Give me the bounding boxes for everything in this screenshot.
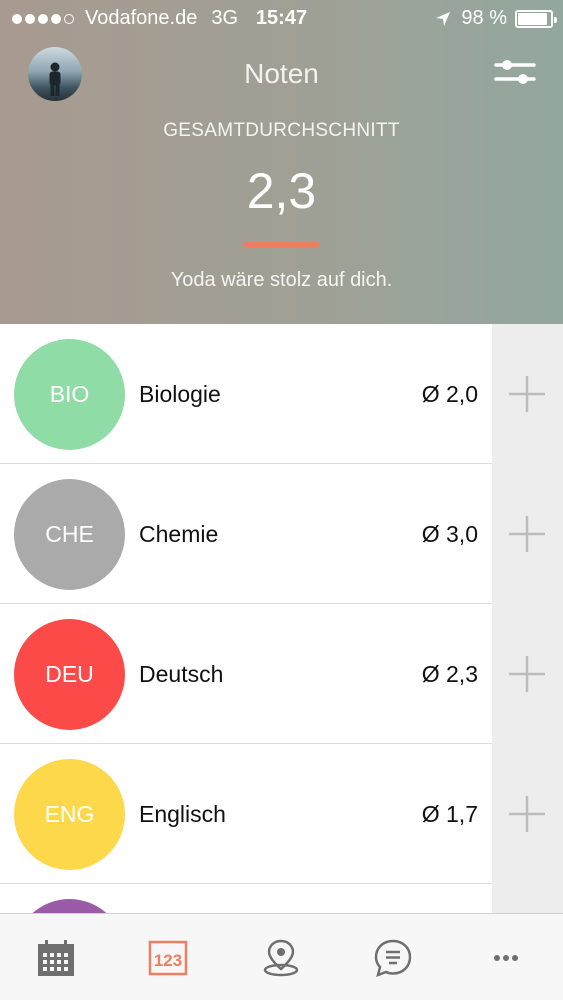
chat-bubble-icon <box>374 939 412 977</box>
grades-123-icon: 123 <box>148 940 188 975</box>
plus-icon[interactable] <box>507 654 547 694</box>
subject-list: BIO Biologie Ø 2,0 CHE Chemie Ø 3,0 DEU … <box>0 324 563 914</box>
subject-badge: BIO <box>14 339 125 450</box>
plus-icon[interactable] <box>507 374 547 414</box>
subject-badge <box>14 899 125 914</box>
subject-average: Ø 1,7 <box>421 801 478 827</box>
subject-name: Biologie <box>139 381 221 407</box>
subject-name: Chemie <box>139 521 219 547</box>
tab-bar: 123 <box>0 913 563 1000</box>
header: Vodafone.de 3G 15:47 98 % Noten GESAMTDU… <box>0 0 563 324</box>
location-arrow-icon <box>436 11 451 26</box>
subject-abbreviation: BIO <box>49 381 90 407</box>
status-right: 98 % <box>435 7 557 30</box>
location-pin-icon <box>263 939 299 976</box>
subject-badge: ENG <box>14 759 125 870</box>
overall-average-value: 2,3 <box>246 163 317 219</box>
motivation-message: Yoda wäre stolz auf dich. <box>170 269 393 291</box>
battery-percent: 98 % <box>461 7 507 29</box>
subject-abbreviation: DEU <box>45 661 94 687</box>
subject-average: Ø 2,3 <box>421 661 478 687</box>
status-bar: Vodafone.de 3G 15:47 98 % <box>0 0 563 38</box>
tab-grades[interactable]: 123 <box>134 914 202 1000</box>
subject-name: Deutsch <box>139 661 224 687</box>
subject-badge: DEU <box>14 619 125 730</box>
tab-calendar[interactable] <box>22 914 90 1000</box>
page-title: Noten <box>244 58 319 89</box>
subject-average: Ø 2,0 <box>421 381 478 407</box>
subject-abbreviation: CHE <box>45 521 94 547</box>
average-underline <box>244 242 319 247</box>
plus-icon[interactable] <box>507 514 547 554</box>
subject-row-english[interactable]: ENG Englisch Ø 1,7 <box>0 744 563 884</box>
subject-average: Ø 3,0 <box>421 521 478 547</box>
calendar-icon <box>38 939 74 976</box>
subject-row-biology[interactable]: BIO Biologie Ø 2,0 <box>0 324 563 464</box>
subject-abbreviation: ENG <box>44 801 95 827</box>
svg-text:123: 123 <box>154 951 182 970</box>
settings-sliders-icon[interactable] <box>494 58 536 88</box>
more-icon <box>494 954 518 961</box>
add-grade-area <box>492 884 563 914</box>
subject-row-german[interactable]: DEU Deutsch Ø 2,3 <box>0 604 563 744</box>
overall-average-label: GESAMTDURCHSCHNITT <box>163 120 400 141</box>
tab-messages[interactable] <box>359 914 427 1000</box>
subject-badge: CHE <box>14 479 125 590</box>
subject-name: Englisch <box>139 801 226 827</box>
tab-map[interactable] <box>247 914 315 1000</box>
subject-row-chemistry[interactable]: CHE Chemie Ø 3,0 <box>0 464 563 604</box>
subject-row-partial[interactable] <box>0 884 563 914</box>
battery-icon <box>515 9 557 28</box>
plus-icon[interactable] <box>507 794 547 834</box>
tab-more[interactable] <box>472 914 540 1000</box>
